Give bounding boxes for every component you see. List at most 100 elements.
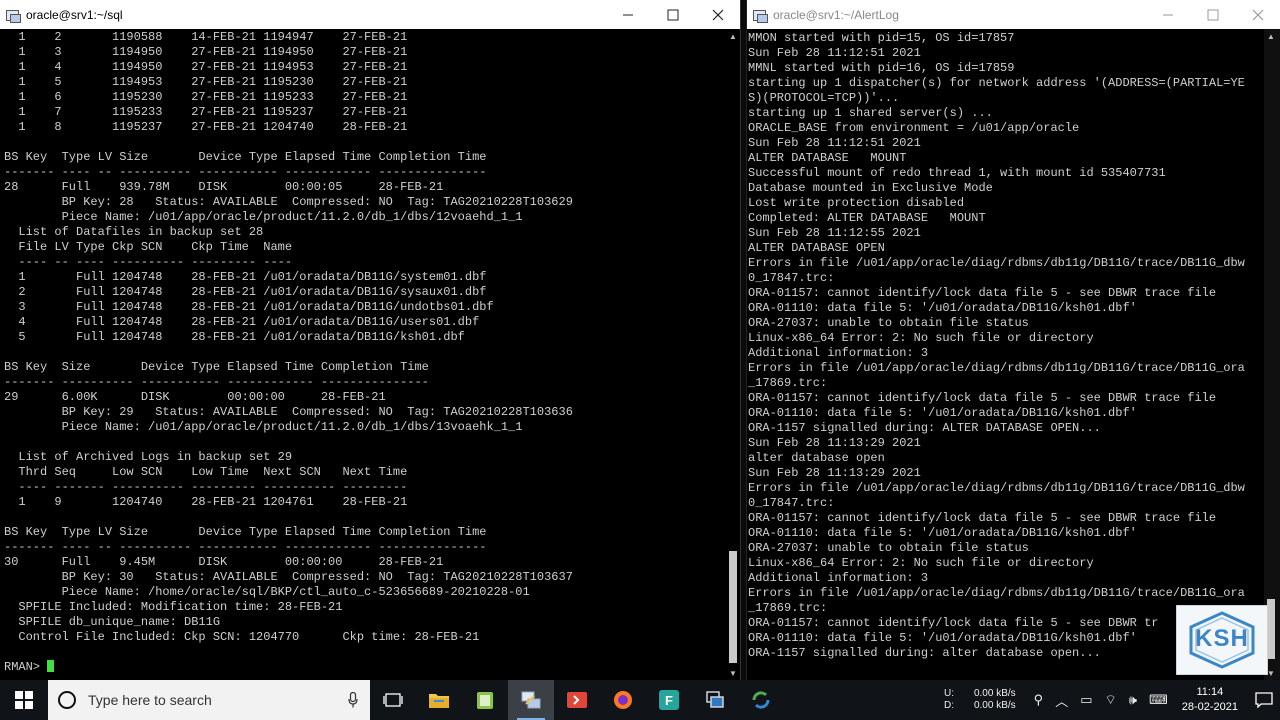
terminal-text: MMON started with pid=15, OS id=17857 Su… bbox=[747, 29, 1264, 676]
putty-icon bbox=[753, 8, 768, 23]
maximize-button[interactable] bbox=[650, 0, 695, 29]
terminal-line: Sun Feb 28 11:12:51 2021 bbox=[748, 46, 921, 60]
taskbar-search-box[interactable]: Type here to search bbox=[48, 680, 370, 720]
terminal-line: Errors in file /u01/app/oracle/diag/rdbm… bbox=[748, 586, 1245, 600]
start-button[interactable] bbox=[0, 680, 48, 720]
terminal-line: _17869.trc: bbox=[748, 601, 828, 615]
volume-icon[interactable]: 🕪 bbox=[1129, 692, 1137, 708]
title-bar[interactable]: oracle@srv1:~/AlertLog bbox=[747, 0, 1280, 29]
terminal-line: ORA-01157: cannot identify/lock data fil… bbox=[748, 391, 1217, 405]
terminal-line: 1 5 1194953 27-FEB-21 1195230 27-FEB-21 bbox=[4, 75, 408, 89]
maximize-icon bbox=[1207, 9, 1218, 20]
clock[interactable]: 11:14 28-02-2021 bbox=[1182, 685, 1238, 715]
notification-icon bbox=[1255, 692, 1273, 708]
scroll-down-icon[interactable]: ▼ bbox=[726, 666, 740, 680]
sync-icon bbox=[752, 691, 770, 709]
task-view-icon bbox=[383, 693, 403, 707]
terminal-line: 1 4 1194950 27-FEB-21 1194953 27-FEB-21 bbox=[4, 60, 408, 74]
terminal-line: Database mounted in Exclusive Mode bbox=[748, 181, 993, 195]
minimize-button[interactable] bbox=[605, 0, 650, 29]
keyboard-icon[interactable]: ⌨ bbox=[1149, 692, 1168, 708]
terminal-line: 1 2 1190588 14-FEB-21 1194947 27-FEB-21 bbox=[4, 30, 408, 44]
people-icon[interactable]: ⚲ bbox=[1034, 692, 1044, 708]
putty-icon bbox=[521, 691, 541, 709]
putty-button[interactable] bbox=[508, 680, 554, 720]
terminal-line: 0_17847.trc: bbox=[748, 271, 835, 285]
terminal-output[interactable]: MMON started with pid=15, OS id=17857 Su… bbox=[747, 29, 1264, 680]
close-icon bbox=[1252, 9, 1263, 20]
terminal-line: Sun Feb 28 11:13:29 2021 bbox=[748, 466, 921, 480]
terminal-line: Piece Name: /home/oracle/sql/BKP/ctl_aut… bbox=[4, 585, 530, 599]
terminal-line: List of Datafiles in backup set 28 bbox=[4, 225, 264, 239]
scroll-up-icon[interactable]: ▲ bbox=[726, 29, 740, 43]
terminal-line: File LV Type Ckp SCN Ckp Time Name bbox=[4, 240, 293, 254]
notification-center-button[interactable] bbox=[1248, 680, 1280, 720]
sync-app-button[interactable] bbox=[738, 680, 784, 720]
terminal-line: 30 Full 9.45M DISK 00:00:00 28-FEB-21 bbox=[4, 555, 444, 569]
scroll-thumb[interactable] bbox=[1267, 599, 1275, 659]
terminal-line: 4 Full 1204748 28-FEB-21 /u01/oradata/DB… bbox=[4, 315, 480, 329]
terminal-cursor[interactable] bbox=[47, 660, 55, 672]
svg-text:F: F bbox=[665, 693, 673, 708]
notepad-plus-button[interactable] bbox=[462, 680, 508, 720]
terminal-line: SPFILE db_unique_name: DB11G bbox=[4, 615, 221, 629]
vertical-scrollbar[interactable]: ▲ ▼ bbox=[1264, 29, 1280, 680]
maximize-button[interactable] bbox=[1190, 0, 1235, 29]
terminal-line: 1 6 1195230 27-FEB-21 1195233 27-FEB-21 bbox=[4, 90, 408, 104]
download-speed: 0.00 kB/s bbox=[973, 700, 1016, 711]
letter-f-icon: F bbox=[659, 690, 679, 710]
terminal-line: ORA-01157: cannot identify/lock data fil… bbox=[748, 511, 1217, 525]
firefox-button[interactable] bbox=[600, 680, 646, 720]
terminal-line: ORA-01157: cannot identify/lock data fil… bbox=[748, 616, 1159, 630]
terminal-line: Additional information: 3 bbox=[748, 346, 929, 360]
putty-icon bbox=[6, 8, 21, 23]
anydesk-button[interactable] bbox=[554, 680, 600, 720]
task-view-button[interactable] bbox=[370, 680, 416, 720]
terminal-line: Linux-x86_64 Error: 2: No such file or d… bbox=[748, 331, 1094, 345]
network-icon[interactable]: ▭ bbox=[1080, 692, 1092, 708]
taskbar: Type here to search F U: D: 0.00 kB/s 0.… bbox=[0, 680, 1280, 720]
wifi-icon[interactable]: ⌔ bbox=[1105, 692, 1117, 708]
terminal-line: Sun Feb 28 11:13:29 2021 bbox=[748, 436, 921, 450]
terminal-line: BS Key Type LV Size Device Type Elapsed … bbox=[4, 525, 487, 539]
terminal-line: ORA-27037: unable to obtain file status bbox=[748, 316, 1029, 330]
terminal-line: BP Key: 29 Status: AVAILABLE Compressed:… bbox=[4, 405, 573, 419]
title-bar[interactable]: oracle@srv1:~/sql bbox=[0, 0, 740, 29]
terminal-line: ORA-01157: cannot identify/lock data fil… bbox=[748, 286, 1217, 300]
terminal-line: ORA-1157 signalled during: ALTER DATABAS… bbox=[748, 421, 1101, 435]
terminal-line: 1 3 1194950 27-FEB-21 1194950 27-FEB-21 bbox=[4, 45, 408, 59]
notepad-icon bbox=[477, 692, 493, 709]
close-button[interactable] bbox=[1235, 0, 1280, 29]
terminal-line: ORA-01110: data file 5: '/u01/oradata/DB… bbox=[748, 301, 1137, 315]
scroll-thumb[interactable] bbox=[729, 551, 737, 663]
terminal-output[interactable]: 1 2 1190588 14-FEB-21 1194947 27-FEB-21 … bbox=[0, 29, 726, 680]
vm-icon bbox=[706, 691, 724, 708]
firefox-icon bbox=[614, 691, 632, 709]
terminal-line: ORA-1157 signalled during: alter databas… bbox=[748, 646, 1101, 660]
terminal-line: ORA-01110: data file 5: '/u01/oradata/DB… bbox=[748, 526, 1137, 540]
upload-speed: 0.00 kB/s bbox=[973, 688, 1016, 699]
vertical-scrollbar[interactable]: ▲ ▼ bbox=[726, 29, 740, 680]
terminal-window-alertlog[interactable]: oracle@srv1:~/AlertLog MMON started with… bbox=[746, 0, 1280, 680]
app-f-button[interactable]: F bbox=[646, 680, 692, 720]
terminal-line: BP Key: 30 Status: AVAILABLE Compressed:… bbox=[4, 570, 573, 584]
chevron-up-icon[interactable]: ︿ bbox=[1055, 691, 1068, 710]
terminal-line: ORA-27037: unable to obtain file status bbox=[748, 541, 1029, 555]
vmware-button[interactable] bbox=[692, 680, 738, 720]
terminal-line: 1 7 1195233 27-FEB-21 1195237 27-FEB-21 bbox=[4, 105, 408, 119]
terminal-line: 3 Full 1204748 28-FEB-21 /u01/oradata/DB… bbox=[4, 300, 494, 314]
terminal-window-sql[interactable]: oracle@srv1:~/sql 1 2 1190588 14-FEB-21 … bbox=[0, 0, 741, 680]
terminal-line: ---- ------- ---------- --------- ------… bbox=[4, 480, 408, 494]
terminal-line: ORA-01110: data file 5: '/u01/oradata/DB… bbox=[748, 406, 1137, 420]
minimize-button[interactable] bbox=[1145, 0, 1190, 29]
scroll-up-icon[interactable]: ▲ bbox=[1264, 29, 1278, 43]
terminal-line: starting up 1 dispatcher(s) for network … bbox=[748, 76, 1245, 90]
download-label: D: bbox=[943, 700, 954, 711]
system-tray: ⚲ ︿ ▭ ⌔ 🕪 ⌨ bbox=[1028, 691, 1174, 710]
file-explorer-button[interactable] bbox=[416, 680, 462, 720]
close-button[interactable] bbox=[695, 0, 740, 29]
terminal-line: Additional information: 3 bbox=[748, 571, 929, 585]
terminal-line: BP Key: 28 Status: AVAILABLE Compressed:… bbox=[4, 195, 573, 209]
terminal-line: ------- ---- -- ---------- ----------- -… bbox=[4, 165, 487, 179]
microphone-icon[interactable] bbox=[348, 692, 358, 708]
